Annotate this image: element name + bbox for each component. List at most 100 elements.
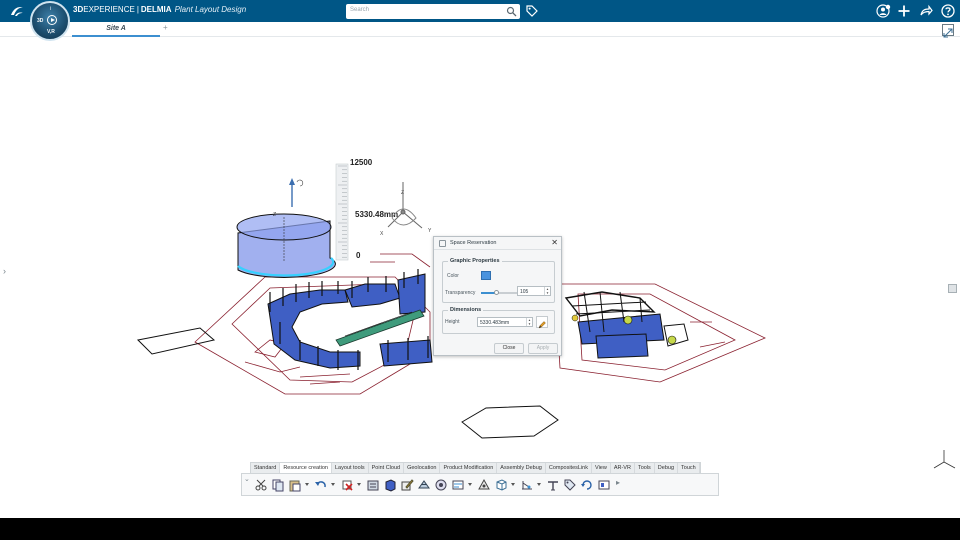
tab-site-a[interactable]: Site A — [72, 22, 160, 37]
dropdown-arrow-icon[interactable] — [331, 483, 335, 486]
space-reservation-dialog: Space Reservation ✕ Graphic Properties C… — [433, 236, 562, 356]
copy-icon[interactable] — [271, 478, 285, 492]
height-manipulator[interactable] — [289, 178, 304, 207]
space-reservation-cylinder[interactable] — [236, 213, 336, 278]
spinner-arrows-icon[interactable]: ▲ ▼ — [544, 287, 550, 295]
action-tab-tools[interactable]: Tools — [635, 463, 655, 473]
action-bar: Standard Resource creation Layout tools Poi… — [241, 462, 719, 496]
robot-icon[interactable] — [434, 478, 448, 492]
compass-vr-label: V,R — [47, 29, 55, 35]
application-window: 3DEXPERIENCE | DELMIA Plant Layout Design S… — [0, 0, 960, 540]
add-icon[interactable] — [896, 3, 912, 19]
play-icon[interactable] — [47, 15, 57, 25]
expand-icon[interactable] — [942, 24, 954, 38]
app-name: Plant Layout Design — [174, 5, 247, 14]
cube-icon[interactable] — [494, 478, 508, 492]
action-tab-debug[interactable]: Debug — [655, 463, 679, 473]
compass-3d-label: 3D — [37, 18, 44, 24]
ruler-min: 0 — [356, 251, 361, 260]
share-icon[interactable] — [918, 3, 934, 19]
refresh-icon[interactable] — [580, 478, 594, 492]
add-tab-button[interactable]: + — [163, 23, 168, 32]
color-label: Color — [447, 273, 459, 279]
side-panel-handle-icon[interactable] — [948, 284, 957, 293]
action-bar-tabs: Standard Resource creation Layout tools Poi… — [250, 462, 701, 473]
action-tab-assembly-debug[interactable]: Assembly Debug — [497, 463, 546, 473]
action-tab-product-modification[interactable]: Product Modification — [440, 463, 498, 473]
more-tools-arrow-icon[interactable]: ▸ — [616, 478, 620, 487]
block-icon[interactable] — [383, 478, 397, 492]
tag-icon[interactable] — [525, 4, 539, 18]
left-panel-arrow-icon[interactable]: › — [3, 266, 6, 276]
transparency-label: Transparency — [445, 290, 476, 296]
action-bar-tools: ⌄ ▸ — [241, 473, 719, 496]
tab-row: Site A + — [0, 22, 960, 37]
dialog-icon — [439, 240, 446, 247]
action-bar-collapse-icon[interactable]: ⌄ — [244, 475, 250, 483]
transparency-slider-knob[interactable] — [494, 290, 499, 295]
undo-icon[interactable] — [314, 478, 328, 492]
reservation-z-label: Z — [273, 212, 276, 218]
sensor-icon[interactable] — [546, 478, 560, 492]
paste-icon[interactable] — [288, 478, 302, 492]
cut-icon[interactable] — [254, 478, 268, 492]
tripod-x-label: X — [380, 231, 384, 237]
fence-right — [564, 291, 689, 359]
dialog-close-icon[interactable]: ✕ — [551, 238, 558, 248]
compass-info: i — [50, 6, 52, 12]
axis-triad — [933, 450, 956, 469]
search-field[interactable]: Search — [346, 4, 520, 19]
action-tab-point-cloud[interactable]: Point Cloud — [369, 463, 405, 473]
action-tab-resource-creation[interactable]: Resource creation — [280, 463, 332, 473]
height-ruler — [335, 163, 349, 261]
dropdown-arrow-icon[interactable] — [511, 483, 515, 486]
graphic-properties-title: Graphic Properties — [448, 258, 502, 264]
search-placeholder: Search — [350, 7, 370, 13]
robot-tripod[interactable] — [387, 182, 423, 229]
height-input[interactable]: 5330.483mm ▲ ▼ — [477, 317, 533, 327]
close-button[interactable]: Close — [494, 343, 524, 354]
tag-icon[interactable] — [563, 478, 577, 492]
measure-icon[interactable] — [520, 478, 534, 492]
transparency-value: 105 — [520, 289, 529, 295]
planner-icon[interactable] — [451, 478, 465, 492]
pencil-icon[interactable] — [536, 316, 548, 329]
delete-icon[interactable] — [340, 478, 354, 492]
action-tab-compositeslink[interactable]: CompositesLink — [546, 463, 592, 473]
dropdown-arrow-icon[interactable] — [305, 483, 309, 486]
tripod-y-label: Y — [428, 228, 432, 234]
user-icon[interactable] — [876, 3, 892, 19]
mesh-icon[interactable] — [417, 478, 431, 492]
action-tab-geolocation[interactable]: Geolocation — [404, 463, 441, 473]
height-spinner-arrows-icon[interactable]: ▲ ▼ — [526, 318, 532, 326]
search-icon[interactable] — [506, 6, 517, 17]
action-tab-layout-tools[interactable]: Layout tools — [332, 463, 369, 473]
dropdown-arrow-icon[interactable] — [468, 483, 472, 486]
app-brand: 3DEXPERIENCE | DELMIA Plant Layout Design — [73, 5, 246, 14]
floor-marker-outline — [136, 327, 216, 355]
hexagon-outline — [461, 405, 559, 439]
compass-widget[interactable]: i 3D V,R — [30, 1, 70, 41]
ds-logo[interactable] — [8, 3, 26, 19]
dimensions-title: Dimensions — [448, 307, 484, 313]
help-icon[interactable] — [940, 3, 956, 19]
dialog-header[interactable]: Space Reservation ✕ — [434, 237, 561, 250]
brand-bold: 3D — [73, 5, 84, 14]
action-tab-view[interactable]: View — [592, 463, 611, 473]
insert-icon[interactable] — [366, 478, 380, 492]
edit-icon[interactable] — [400, 478, 414, 492]
dimensions-group: Dimensions Height 5330.483mm ▲ ▼ — [442, 307, 555, 334]
color-swatch[interactable] — [481, 271, 491, 280]
action-tab-touch[interactable]: Touch — [678, 463, 700, 473]
workcell-icon[interactable] — [477, 478, 491, 492]
transparency-input[interactable]: 105 ▲ ▼ — [517, 286, 551, 296]
dropdown-arrow-icon[interactable] — [537, 483, 541, 486]
dropdown-arrow-icon[interactable] — [357, 483, 361, 486]
action-tab-ar-vr[interactable]: AR-VR — [611, 463, 635, 473]
dialog-title: Space Reservation — [450, 240, 497, 246]
action-tab-standard[interactable]: Standard — [251, 463, 281, 473]
layout-icon[interactable] — [597, 478, 611, 492]
graphic-properties-group: Graphic Properties Color Transparency 10… — [442, 258, 555, 303]
brand-rest: EXPERIENCE — [83, 5, 135, 14]
apply-button[interactable]: Apply — [528, 343, 558, 354]
